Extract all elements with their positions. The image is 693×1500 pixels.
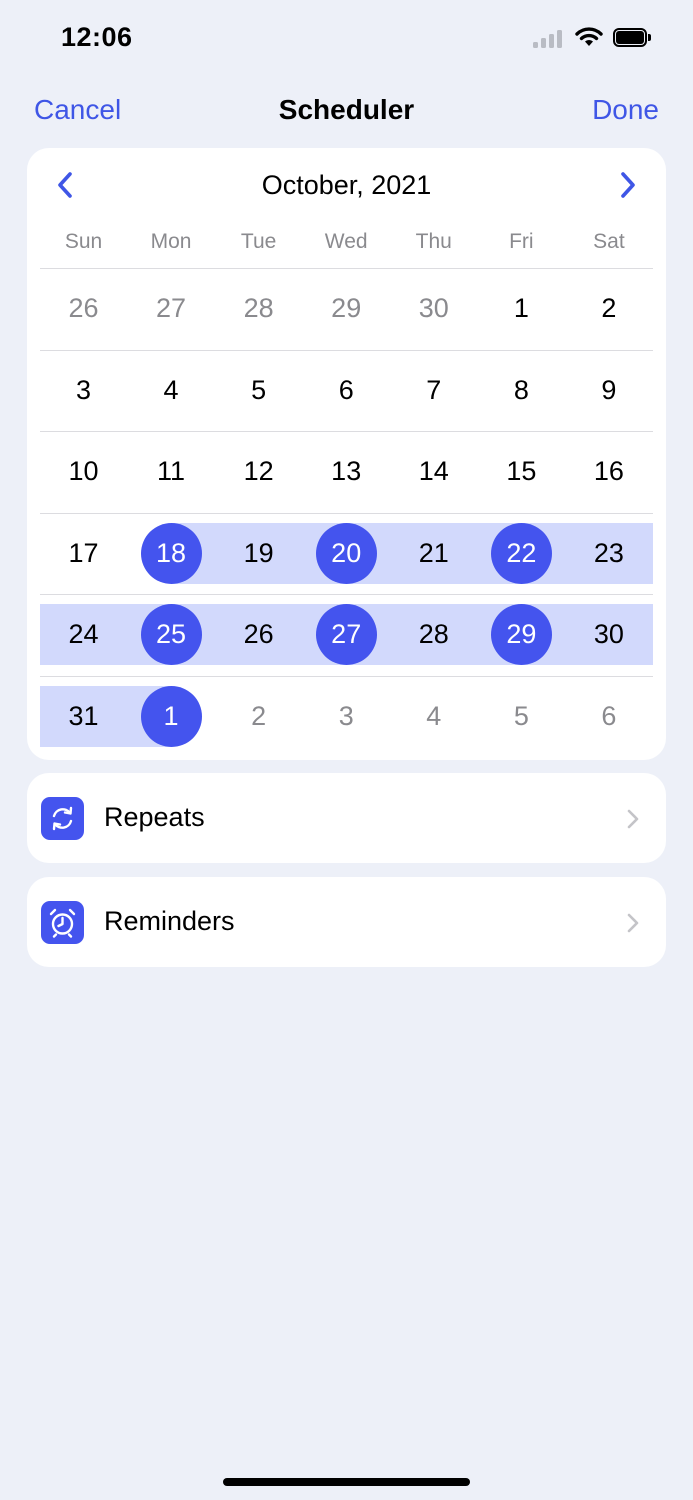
calendar-day[interactable]: 4: [390, 686, 477, 747]
calendar-day[interactable]: 12: [215, 441, 302, 502]
page-title: Scheduler: [278, 94, 415, 125]
calendar-day[interactable]: 29: [303, 278, 390, 339]
calendar-day[interactable]: 9: [565, 360, 652, 421]
calendar-day[interactable]: 4: [128, 360, 215, 421]
weekday-sun: Sun: [64, 230, 103, 253]
calendar-day[interactable]: 26: [215, 604, 302, 665]
calendar-day[interactable]: 21: [390, 523, 477, 584]
calendar-day[interactable]: 30: [390, 278, 477, 339]
calendar-day[interactable]: 3: [40, 360, 127, 421]
home-indicator: [223, 1478, 470, 1486]
weekday-thu: Thu: [415, 230, 452, 253]
calendar-day[interactable]: 3: [303, 686, 390, 747]
status-time: 12:06: [61, 22, 133, 52]
weekday-header: Sun Mon Tue Wed Thu Fri Sat: [40, 230, 653, 256]
calendar-day[interactable]: 16: [565, 441, 652, 502]
calendar-day[interactable]: 27: [303, 604, 390, 665]
alarm-clock-icon: [41, 901, 84, 944]
calendar-day[interactable]: 20: [303, 523, 390, 584]
calendar-day[interactable]: 1: [128, 686, 215, 747]
weekday-tue: Tue: [240, 230, 277, 253]
calendar-day[interactable]: 22: [478, 523, 565, 584]
calendar-day[interactable]: 28: [215, 278, 302, 339]
calendar-day[interactable]: 14: [390, 441, 477, 502]
calendar-day[interactable]: 5: [478, 686, 565, 747]
calendar-grid: 26 27 28 29 30 1 2 3 4 5 6 7 8 9 10 11 12 13 14 15 16 17 18 19 2…: [40, 268, 653, 758]
calendar-day[interactable]: 24: [40, 604, 127, 665]
calendar-day[interactable]: 2: [565, 278, 652, 339]
next-month-button[interactable]: [612, 168, 642, 202]
month-label: October, 2021: [261, 170, 432, 200]
cellular-signal-icon: [533, 30, 565, 48]
calendar-day[interactable]: 19: [215, 523, 302, 584]
row-divider: [40, 512, 653, 514]
repeats-label: Repeats: [104, 802, 205, 832]
chevron-right-icon: [627, 913, 639, 933]
calendar-day[interactable]: 7: [390, 360, 477, 421]
repeats-row[interactable]: Repeats: [27, 773, 666, 863]
row-divider: [40, 594, 653, 596]
calendar-day[interactable]: 1: [478, 278, 565, 339]
calendar-day[interactable]: 27: [128, 278, 215, 339]
calendar-day[interactable]: 18: [128, 523, 215, 584]
row-divider: [40, 349, 653, 351]
done-button[interactable]: Done: [592, 94, 659, 126]
calendar-day[interactable]: 15: [478, 441, 565, 502]
wifi-icon: [575, 26, 603, 48]
calendar-card: October, 2021 Sun Mon Tue Wed Thu Fri Sat 26 27…: [27, 148, 666, 760]
reminders-row[interactable]: Reminders: [27, 877, 666, 967]
chevron-right-icon: [621, 172, 635, 198]
row-divider: [40, 268, 653, 269]
row-divider: [40, 676, 653, 677]
calendar-day[interactable]: 30: [565, 604, 652, 665]
row-divider: [40, 431, 653, 433]
weekday-wed: Wed: [324, 230, 368, 253]
chevron-right-icon: [627, 809, 639, 829]
calendar-day[interactable]: 13: [303, 441, 390, 502]
calendar-day[interactable]: 5: [215, 360, 302, 421]
calendar-day[interactable]: 31: [40, 686, 127, 747]
reminders-label: Reminders: [104, 906, 235, 936]
calendar-day[interactable]: 25: [128, 604, 215, 665]
calendar-day[interactable]: 2: [215, 686, 302, 747]
weekday-mon: Mon: [150, 230, 192, 253]
weekday-sat: Sat: [593, 230, 625, 253]
battery-icon: [613, 28, 651, 48]
calendar-day[interactable]: 6: [303, 360, 390, 421]
calendar-day[interactable]: 8: [478, 360, 565, 421]
calendar-day[interactable]: 17: [40, 523, 127, 584]
calendar-day[interactable]: 26: [40, 278, 127, 339]
calendar-day[interactable]: 10: [40, 441, 127, 502]
weekday-fri: Fri: [509, 230, 534, 253]
calendar-day[interactable]: 11: [128, 441, 215, 502]
calendar-day[interactable]: 29: [478, 604, 565, 665]
calendar-day[interactable]: 6: [565, 686, 652, 747]
repeat-icon: [41, 797, 84, 840]
calendar-day[interactable]: 23: [565, 523, 652, 584]
calendar-day[interactable]: 28: [390, 604, 477, 665]
